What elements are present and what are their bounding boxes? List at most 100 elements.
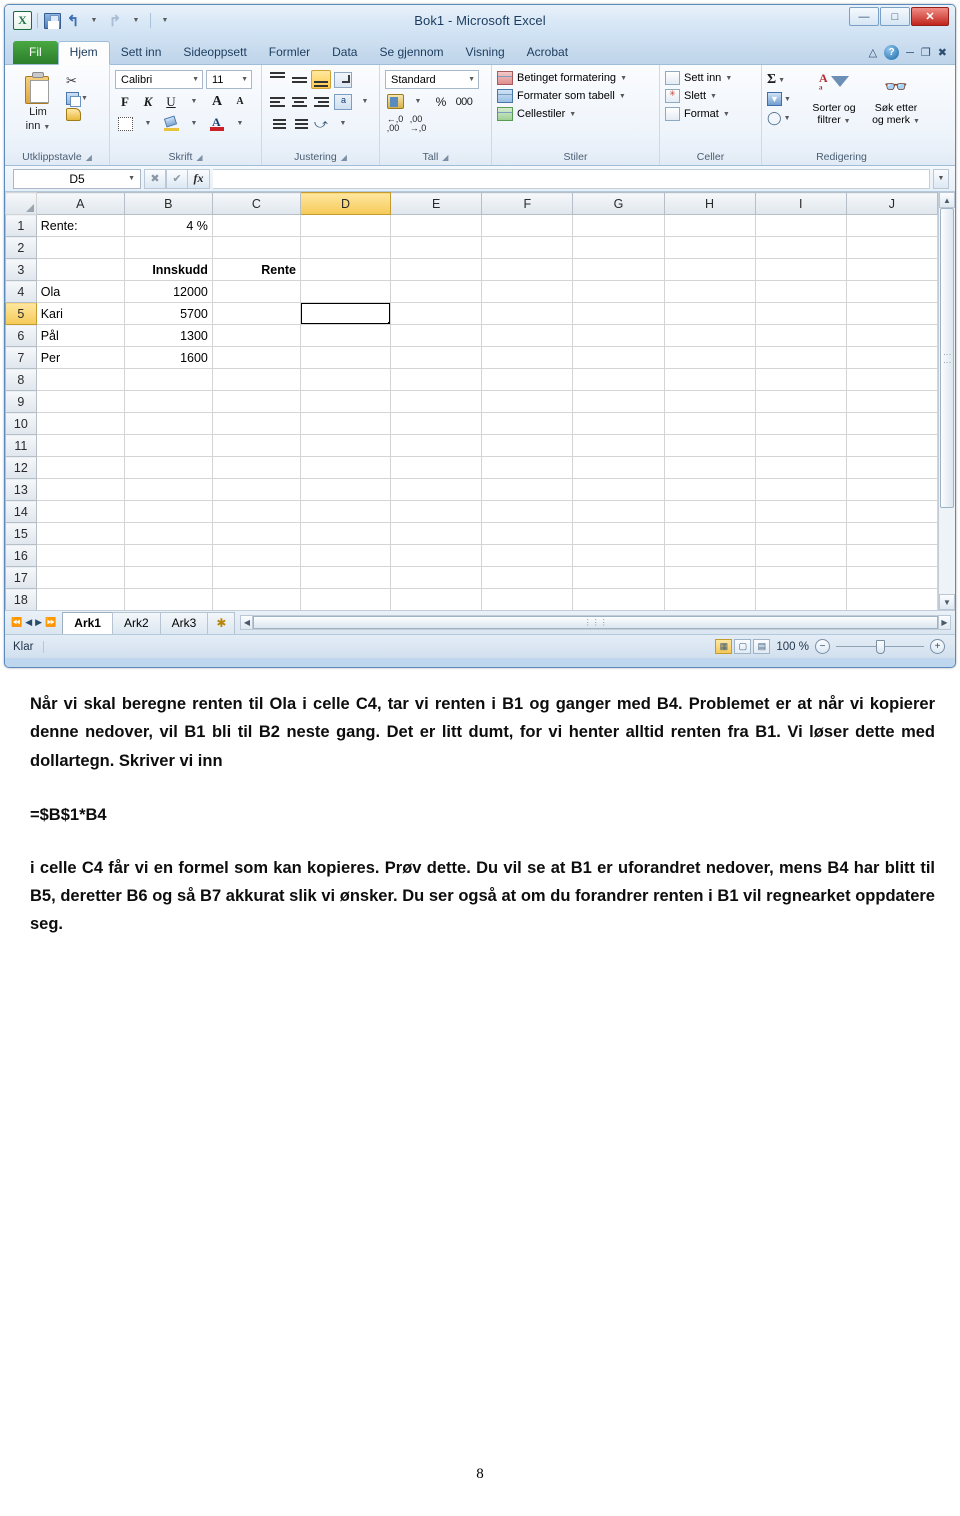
cell-F6[interactable]: [481, 324, 574, 347]
cell-H15[interactable]: [663, 522, 756, 545]
cell-F9[interactable]: [481, 390, 574, 413]
zoom-out-button[interactable]: −: [815, 639, 830, 654]
cell-E13[interactable]: [390, 478, 483, 501]
cell-H1[interactable]: [663, 214, 756, 237]
cell-I8[interactable]: [754, 368, 847, 391]
cell-A8[interactable]: [35, 368, 125, 391]
align-left-button[interactable]: [267, 92, 287, 111]
cell-G17[interactable]: [572, 566, 665, 589]
tab-fil[interactable]: Fil: [13, 40, 58, 64]
tab-visning[interactable]: Visning: [455, 42, 516, 64]
font-color-dropdown-icon[interactable]: ▼: [230, 114, 250, 133]
decrease-font-size-button[interactable]: A: [230, 92, 250, 111]
cell-D14[interactable]: [299, 500, 392, 523]
cell-G10[interactable]: [572, 412, 665, 435]
cell-G2[interactable]: [572, 236, 665, 259]
align-center-button[interactable]: [289, 92, 309, 111]
row-header-13[interactable]: 13: [5, 478, 37, 501]
cell-G16[interactable]: [572, 544, 665, 567]
cell-F16[interactable]: [481, 544, 574, 567]
cell-I15[interactable]: [754, 522, 847, 545]
cell-B7[interactable]: 1600: [123, 346, 213, 369]
cell-G9[interactable]: [572, 390, 665, 413]
number-format-combo[interactable]: Standard ▼: [385, 70, 479, 89]
previous-sheet-button[interactable]: ◀: [25, 617, 32, 628]
cell-H10[interactable]: [663, 412, 756, 435]
vertical-scroll-track[interactable]: ⋮⋮: [939, 208, 955, 594]
cell-I10[interactable]: [754, 412, 847, 435]
cell-H2[interactable]: [663, 236, 756, 259]
formula-input[interactable]: [213, 168, 930, 189]
sheet-tab-ark3[interactable]: Ark3: [159, 611, 209, 634]
cell-J16[interactable]: [845, 544, 938, 567]
cell-H6[interactable]: [663, 324, 756, 347]
insert-sheet-button[interactable]: ✱: [207, 611, 236, 634]
find-select-button[interactable]: 👓 Søk etter og merk ▼: [867, 72, 925, 126]
align-right-button[interactable]: [311, 92, 331, 111]
cell-C6[interactable]: [211, 324, 301, 347]
cell-C2[interactable]: [211, 236, 301, 259]
expand-formula-bar-button[interactable]: ▼: [933, 168, 949, 189]
cell-G3[interactable]: [572, 258, 665, 281]
row-header-10[interactable]: 10: [5, 412, 37, 435]
normal-view-icon[interactable]: ▦: [715, 639, 733, 654]
cell-J13[interactable]: [845, 478, 938, 501]
cell-A9[interactable]: [35, 390, 125, 413]
cell-E10[interactable]: [390, 412, 483, 435]
cell-F7[interactable]: [481, 346, 574, 369]
autosum-button[interactable]: Σ ▼: [767, 72, 801, 88]
cell-G8[interactable]: [572, 368, 665, 391]
row-header-6[interactable]: 6: [5, 324, 37, 347]
vertical-scroll-thumb[interactable]: ⋮⋮: [940, 208, 954, 508]
increase-decimal-button[interactable]: ←,0,00: [385, 114, 405, 133]
cell-I2[interactable]: [754, 236, 847, 259]
cell-J4[interactable]: [845, 280, 938, 303]
column-header-i[interactable]: I: [754, 192, 847, 215]
format-cells-button[interactable]: Format ▼: [665, 107, 732, 121]
cell-F2[interactable]: [481, 236, 574, 259]
cell-I3[interactable]: [754, 258, 847, 281]
cell-G15[interactable]: [572, 522, 665, 545]
cell-A18[interactable]: [35, 588, 125, 610]
percent-format-button[interactable]: %: [431, 92, 451, 111]
cell-J2[interactable]: [845, 236, 938, 259]
scroll-down-button[interactable]: ▼: [939, 594, 955, 610]
cell-D2[interactable]: [299, 236, 392, 259]
clear-button[interactable]: ◯ ▼: [767, 110, 801, 126]
font-dialog-launcher-icon[interactable]: ◢: [196, 153, 202, 162]
cell-E2[interactable]: [390, 236, 483, 259]
horizontal-scrollbar[interactable]: ◀ ⋮⋮⋮ ▶: [240, 615, 955, 630]
cell-I12[interactable]: [754, 456, 847, 479]
merge-dropdown-icon[interactable]: ▼: [355, 92, 375, 111]
cell-E6[interactable]: [390, 324, 483, 347]
cell-F4[interactable]: [481, 280, 574, 303]
page-layout-view-icon[interactable]: ▢: [734, 639, 752, 654]
scroll-left-button[interactable]: ◀: [240, 615, 254, 630]
orientation-dropdown-icon[interactable]: ▼: [333, 114, 353, 133]
decrease-decimal-button[interactable]: ,00 →,0: [408, 114, 428, 133]
cell-I5[interactable]: [754, 302, 847, 325]
cell-I13[interactable]: [754, 478, 847, 501]
cell-H13[interactable]: [663, 478, 756, 501]
cell-A13[interactable]: [35, 478, 125, 501]
cell-styles-button[interactable]: Cellestiler ▼: [497, 107, 627, 121]
cell-B11[interactable]: [123, 434, 213, 457]
spreadsheet-grid[interactable]: A B C D E F G H I J 1 Rente: 4 % 2 3 Innskudd…: [5, 192, 938, 610]
cell-H8[interactable]: [663, 368, 756, 391]
cell-G13[interactable]: [572, 478, 665, 501]
row-header-4[interactable]: 4: [5, 280, 37, 303]
cell-J3[interactable]: [845, 258, 938, 281]
cell-B5[interactable]: 5700: [123, 302, 213, 325]
row-header-3[interactable]: 3: [5, 258, 37, 281]
cell-J7[interactable]: [845, 346, 938, 369]
cell-A15[interactable]: [35, 522, 125, 545]
cell-B15[interactable]: [123, 522, 213, 545]
column-header-e[interactable]: E: [390, 192, 483, 215]
cell-C5[interactable]: [211, 302, 301, 325]
cell-C14[interactable]: [211, 500, 301, 523]
cell-J6[interactable]: [845, 324, 938, 347]
cell-J12[interactable]: [845, 456, 938, 479]
cell-J14[interactable]: [845, 500, 938, 523]
cell-E9[interactable]: [390, 390, 483, 413]
cell-E17[interactable]: [390, 566, 483, 589]
